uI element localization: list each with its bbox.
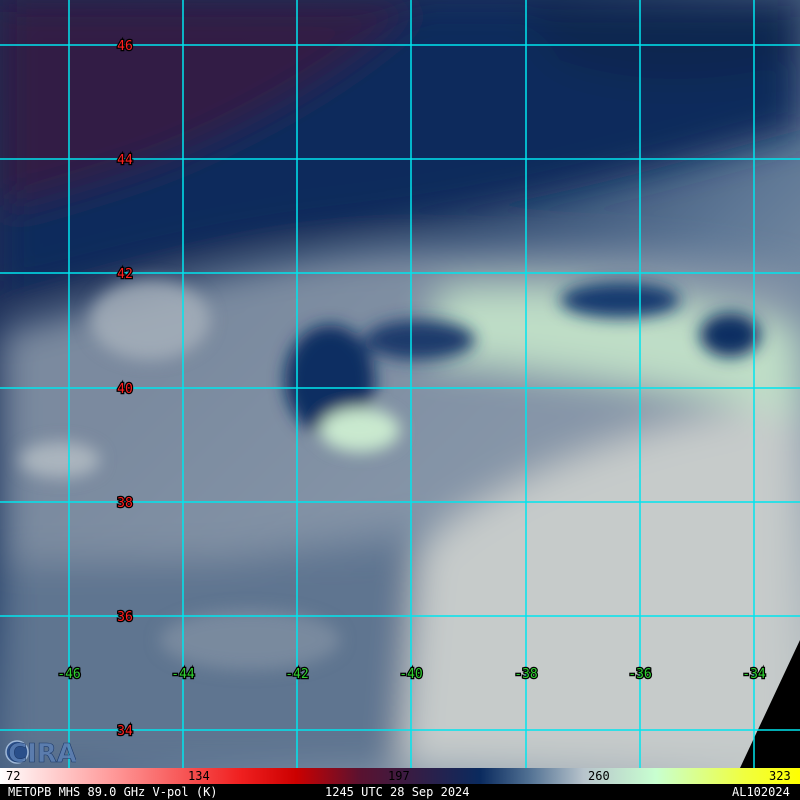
satellite-image-viewer: 46 44 42 40 38 36 34 -46 -44 -42 -40 -38 -36 -34 CIR… bbox=[0, 0, 800, 800]
longitude-label: -34 bbox=[742, 667, 766, 682]
legend-tick: 197 bbox=[388, 769, 410, 783]
timestamp-label: 1245 UTC 28 Sep 2024 bbox=[325, 785, 470, 799]
longitude-label: -36 bbox=[628, 667, 651, 682]
sensor-label: METOPB MHS 89.0 GHz V-pol (K) bbox=[8, 785, 218, 799]
latitude-label: 46 bbox=[117, 39, 133, 54]
latitude-label: 40 bbox=[117, 382, 133, 397]
longitude-label: -40 bbox=[399, 667, 422, 682]
cira-logo: CIRA bbox=[5, 739, 76, 768]
legend-tick: 323 bbox=[769, 769, 791, 783]
logo-text: CIRA bbox=[8, 739, 76, 768]
latitude-label: 42 bbox=[117, 267, 133, 282]
longitude-label: -44 bbox=[171, 667, 195, 682]
storm-id-label: AL102024 bbox=[732, 785, 790, 799]
latitude-label: 36 bbox=[117, 610, 133, 625]
longitude-label: -46 bbox=[57, 667, 80, 682]
image-caption-bar: METOPB MHS 89.0 GHz V-pol (K) 1245 UTC 2… bbox=[0, 784, 800, 800]
color-scale-bar: 72 134 197 260 323 bbox=[0, 768, 800, 784]
legend-tick: 72 bbox=[6, 769, 21, 783]
latitude-label: 34 bbox=[117, 724, 133, 739]
longitude-label: -42 bbox=[285, 667, 308, 682]
microwave-map: 46 44 42 40 38 36 34 -46 -44 -42 -40 -38 -36 -34 bbox=[0, 0, 800, 768]
longitude-label: -38 bbox=[514, 667, 537, 682]
legend-tick: 134 bbox=[188, 769, 210, 783]
latitude-label: 44 bbox=[117, 153, 133, 168]
legend-tick: 260 bbox=[588, 769, 610, 783]
latitude-label: 38 bbox=[117, 496, 133, 511]
